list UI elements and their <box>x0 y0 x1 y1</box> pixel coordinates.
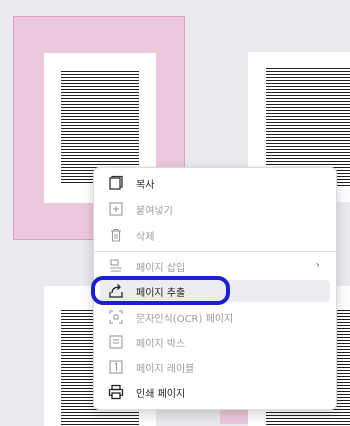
menu-item-insert-page[interactable]: 페이지 삽입 › <box>100 255 330 277</box>
page-box-icon <box>109 335 123 349</box>
menu-item-page-box[interactable]: 페이지 박스 <box>100 331 330 353</box>
menu-item-print-page[interactable]: 인쇄 페이지 <box>100 381 330 403</box>
menu-label: 인쇄 페이지 <box>136 389 186 400</box>
chevron-right-icon: › <box>315 258 320 271</box>
menu-item-page-label[interactable]: 페이지 레이블 <box>100 356 330 378</box>
menu-item-paste[interactable]: 붙여넣기 <box>100 198 330 220</box>
trash-icon <box>111 228 121 242</box>
menu-label: 페이지 레이블 <box>136 364 195 375</box>
ocr-icon <box>109 310 123 324</box>
menu-item-ocr-page[interactable]: 문자인식(OCR) 페이지 <box>100 306 330 328</box>
copy-icon <box>109 175 123 190</box>
menu-label: 페이지 박스 <box>136 339 186 350</box>
menu-item-delete[interactable]: 삭제 <box>100 224 330 246</box>
menu-separator <box>94 251 336 252</box>
page-label-icon <box>109 360 123 374</box>
menu-label: 복사 <box>136 180 155 191</box>
menu-item-copy[interactable]: 복사 <box>100 172 330 194</box>
menu-label: 페이지 삽입 <box>136 263 186 274</box>
menu-label: 붙여넣기 <box>136 206 173 217</box>
insert-page-icon <box>110 259 122 272</box>
print-icon <box>108 384 124 400</box>
highlight-annotation-ring <box>91 276 230 305</box>
paste-icon <box>109 202 123 216</box>
menu-label: 문자인식(OCR) 페이지 <box>136 314 234 325</box>
menu-label: 삭제 <box>136 232 155 243</box>
